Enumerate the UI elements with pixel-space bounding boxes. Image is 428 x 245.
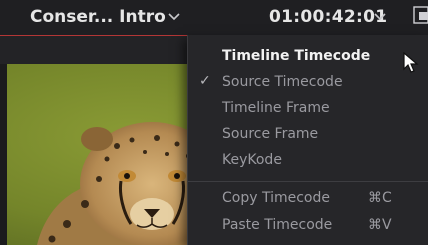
shortcut-label: ⌘V	[368, 217, 392, 233]
menu-item-keykode[interactable]: KeyKode	[188, 147, 428, 173]
menu-item-source-timecode[interactable]: ✓ Source Timecode	[188, 69, 428, 95]
menu-item-label: Paste Timecode	[222, 217, 333, 233]
menu-divider	[188, 181, 428, 182]
mouse-pointer-icon	[403, 52, 419, 74]
menu-item-label: Timeline Timecode	[222, 48, 371, 64]
shortcut-label: ⌘C	[368, 190, 392, 206]
menu-item-copy-timecode[interactable]: Copy Timecode ⌘C	[188, 185, 428, 211]
menu-item-label: Source Timecode	[222, 74, 343, 90]
menu-item-label: KeyKode	[222, 152, 282, 168]
menu-item-timeline-timecode[interactable]: Timeline Timecode	[188, 43, 428, 69]
checkmark-icon: ✓	[199, 73, 211, 89]
menu-item-label: Copy Timecode	[222, 190, 330, 206]
menu-item-label: Timeline Frame	[222, 100, 330, 116]
timecode-dropdown-menu: Timeline Timecode ✓ Source Timecode Time…	[187, 35, 428, 245]
timecode-viewer-panel: Conser... Intro 01:00:42:01 Timeline Tim…	[0, 0, 428, 245]
chevron-down-icon[interactable]	[371, 8, 389, 26]
chevron-down-icon[interactable]	[165, 8, 183, 26]
menu-item-label: Source Frame	[222, 126, 319, 142]
viewer-mode-icon[interactable]	[413, 5, 428, 25]
clip-name-dropdown[interactable]: Conser... Intro	[30, 7, 166, 27]
timecode-display[interactable]: 01:00:42:01	[269, 7, 387, 27]
viewer-header: Conser... Intro 01:00:42:01	[0, 0, 428, 35]
menu-item-timeline-frame[interactable]: Timeline Frame	[188, 95, 428, 121]
menu-item-paste-timecode[interactable]: Paste Timecode ⌘V	[188, 212, 428, 238]
menu-item-source-frame[interactable]: Source Frame	[188, 121, 428, 147]
